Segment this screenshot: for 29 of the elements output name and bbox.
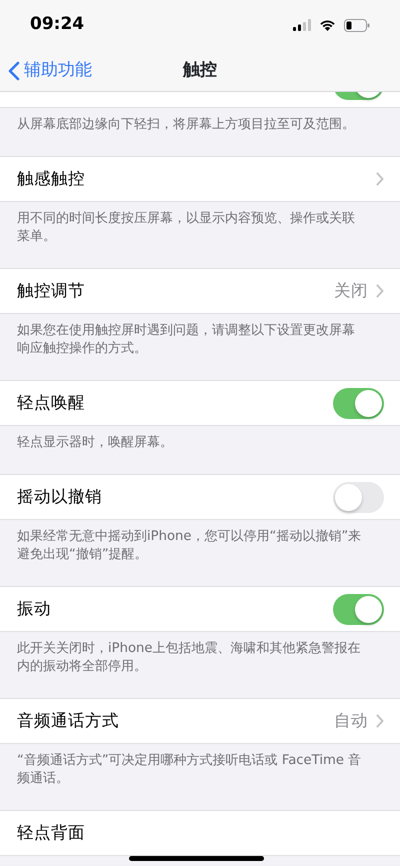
setting-description: “音频通话方式”可决定用哪种方式接听电话或 FaceTime 音频通话。: [16, 752, 362, 788]
chevron-icon[interactable]: [376, 284, 384, 298]
signal-icon: [293, 19, 311, 31]
setting-label: 轻点唤醒: [17, 392, 86, 414]
battery-icon: [344, 18, 370, 32]
screen-title: 触控: [183, 59, 217, 82]
status-time: 09:24: [30, 13, 84, 36]
setting-description: 用不同的时间长度按压屏幕，以显示内容预览、操作或关联菜单。: [16, 210, 356, 246]
back-link[interactable]: 辅助功能: [0, 58, 92, 84]
setting-description: 如果经常无意中摇动到iPhone，您可以停用“摇动以撤销”来避免出现“撤销”提醒。: [16, 528, 362, 564]
back-chevron-icon: [8, 60, 20, 80]
toggle-switch[interactable]: [333, 594, 384, 624]
setting-value: 自动: [334, 710, 368, 732]
setting-value: 关闭: [334, 280, 368, 302]
setting-description: 轻点显示器时，唤醒屏幕。: [16, 434, 174, 452]
setting-description: 此开关关闭时，iPhone上包括地震、海啸和其他紧急警报在内的振动将全部停用。: [16, 640, 362, 676]
wifi-icon: [319, 19, 336, 31]
chevron-icon[interactable]: [376, 172, 384, 186]
setting-label: 触控调节: [17, 280, 86, 302]
setting-description: 如果您在使用触控屏时遇到问题，请调整以下设置更改屏幕响应触控操作的方式。: [16, 322, 356, 358]
chevron-icon[interactable]: [376, 714, 384, 728]
setting-label: 触感触控: [17, 168, 86, 190]
setting-label: 摇动以撤销: [17, 486, 103, 508]
toggle-switch[interactable]: [333, 482, 384, 512]
setting-label: 轻点背面: [17, 822, 86, 844]
setting-label: 振动: [17, 598, 52, 620]
setting-description: 从屏幕底部边缘向下轻扫，将屏幕上方项目拉至可及范围。: [16, 116, 356, 134]
setting-label: 音频通话方式: [17, 710, 120, 732]
toggle-switch[interactable]: [333, 388, 384, 418]
